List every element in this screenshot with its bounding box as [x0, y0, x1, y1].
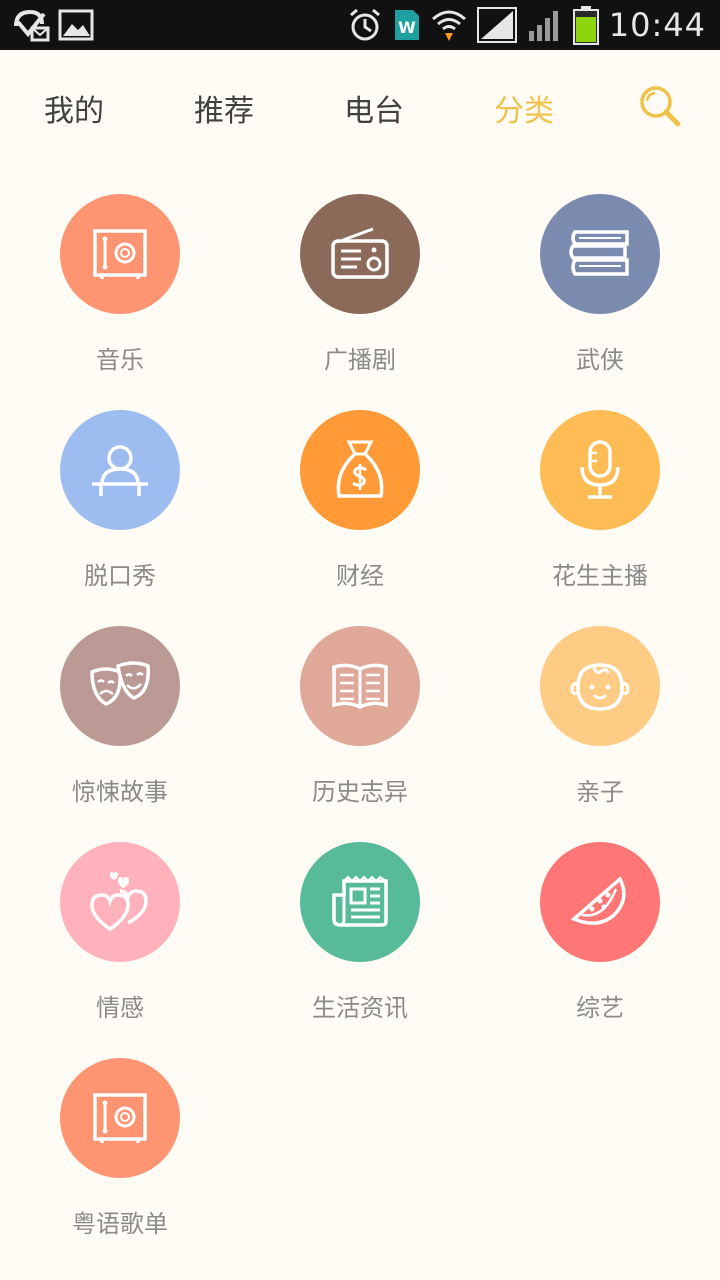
category-label: 花生主播 — [552, 562, 648, 590]
category-label: 脱口秀 — [84, 562, 156, 590]
search-icon — [640, 86, 681, 127]
category-wuxia[interactable]: 武侠 — [500, 194, 700, 394]
alarm-icon — [347, 7, 383, 43]
radio-icon — [331, 227, 389, 279]
category-peanut-anchor[interactable]: 花生主播 — [500, 410, 700, 610]
category-label: 惊悚故事 — [72, 778, 168, 806]
money-bag-icon — [336, 440, 384, 498]
category-music[interactable]: 音乐 — [20, 194, 220, 394]
signal-icon — [476, 7, 517, 43]
status-bar: W 10:44 — [0, 0, 720, 50]
category-label: 生活资讯 — [312, 994, 408, 1022]
category-label: 综艺 — [576, 994, 624, 1022]
clock: 10:44 — [608, 6, 706, 44]
gallery-icon — [58, 8, 94, 42]
person-podium-icon — [92, 445, 148, 496]
tab-radio[interactable]: 电台 — [314, 86, 434, 130]
tab-mine[interactable]: 我的 — [14, 86, 134, 130]
books-icon — [569, 230, 629, 276]
category-finance[interactable]: 财经 — [260, 410, 460, 610]
category-cantonese-playlist[interactable]: 粤语歌单 — [20, 1058, 220, 1258]
tab-category[interactable]: 分类 — [464, 86, 584, 130]
category-label: 历史志异 — [312, 778, 408, 806]
category-label: 亲子 — [576, 778, 624, 806]
category-emotion[interactable]: 情感 — [20, 842, 220, 1042]
newspaper-icon — [332, 875, 388, 927]
category-life-news[interactable]: 生活资讯 — [260, 842, 460, 1042]
category-label: 情感 — [96, 994, 144, 1022]
category-thriller[interactable]: 惊悚故事 — [20, 626, 220, 826]
wifi-icon — [431, 7, 467, 43]
baby-face-icon — [570, 663, 630, 711]
signal-icon-2 — [527, 7, 563, 43]
category-label: 粤语歌单 — [72, 1210, 168, 1238]
tab-bar: 我的 推荐 电台 分类 — [0, 50, 720, 160]
search-button[interactable] — [638, 84, 682, 128]
category-label: 武侠 — [576, 346, 624, 374]
category-variety[interactable]: 综艺 — [500, 842, 700, 1042]
theater-masks-icon — [90, 661, 150, 706]
category-label: 财经 — [336, 562, 384, 590]
category-label: 广播剧 — [324, 346, 396, 374]
wps-icon: W — [393, 8, 421, 42]
microphone-icon — [580, 440, 620, 499]
safe-icon — [93, 1093, 147, 1143]
category-history[interactable]: 历史志异 — [260, 626, 460, 826]
category-parenting[interactable]: 亲子 — [500, 626, 700, 826]
category-radio-drama[interactable]: 广播剧 — [260, 194, 460, 394]
svg-text:W: W — [398, 18, 416, 37]
hearts-icon — [90, 872, 148, 932]
battery-icon — [572, 5, 599, 45]
watermelon-icon — [570, 876, 626, 925]
category-label: 音乐 — [96, 346, 144, 374]
notification-icon — [12, 8, 50, 42]
open-book-icon — [332, 663, 388, 709]
category-talk-show[interactable]: 脱口秀 — [20, 410, 220, 610]
safe-icon — [93, 229, 147, 279]
tab-recommend[interactable]: 推荐 — [164, 86, 284, 130]
